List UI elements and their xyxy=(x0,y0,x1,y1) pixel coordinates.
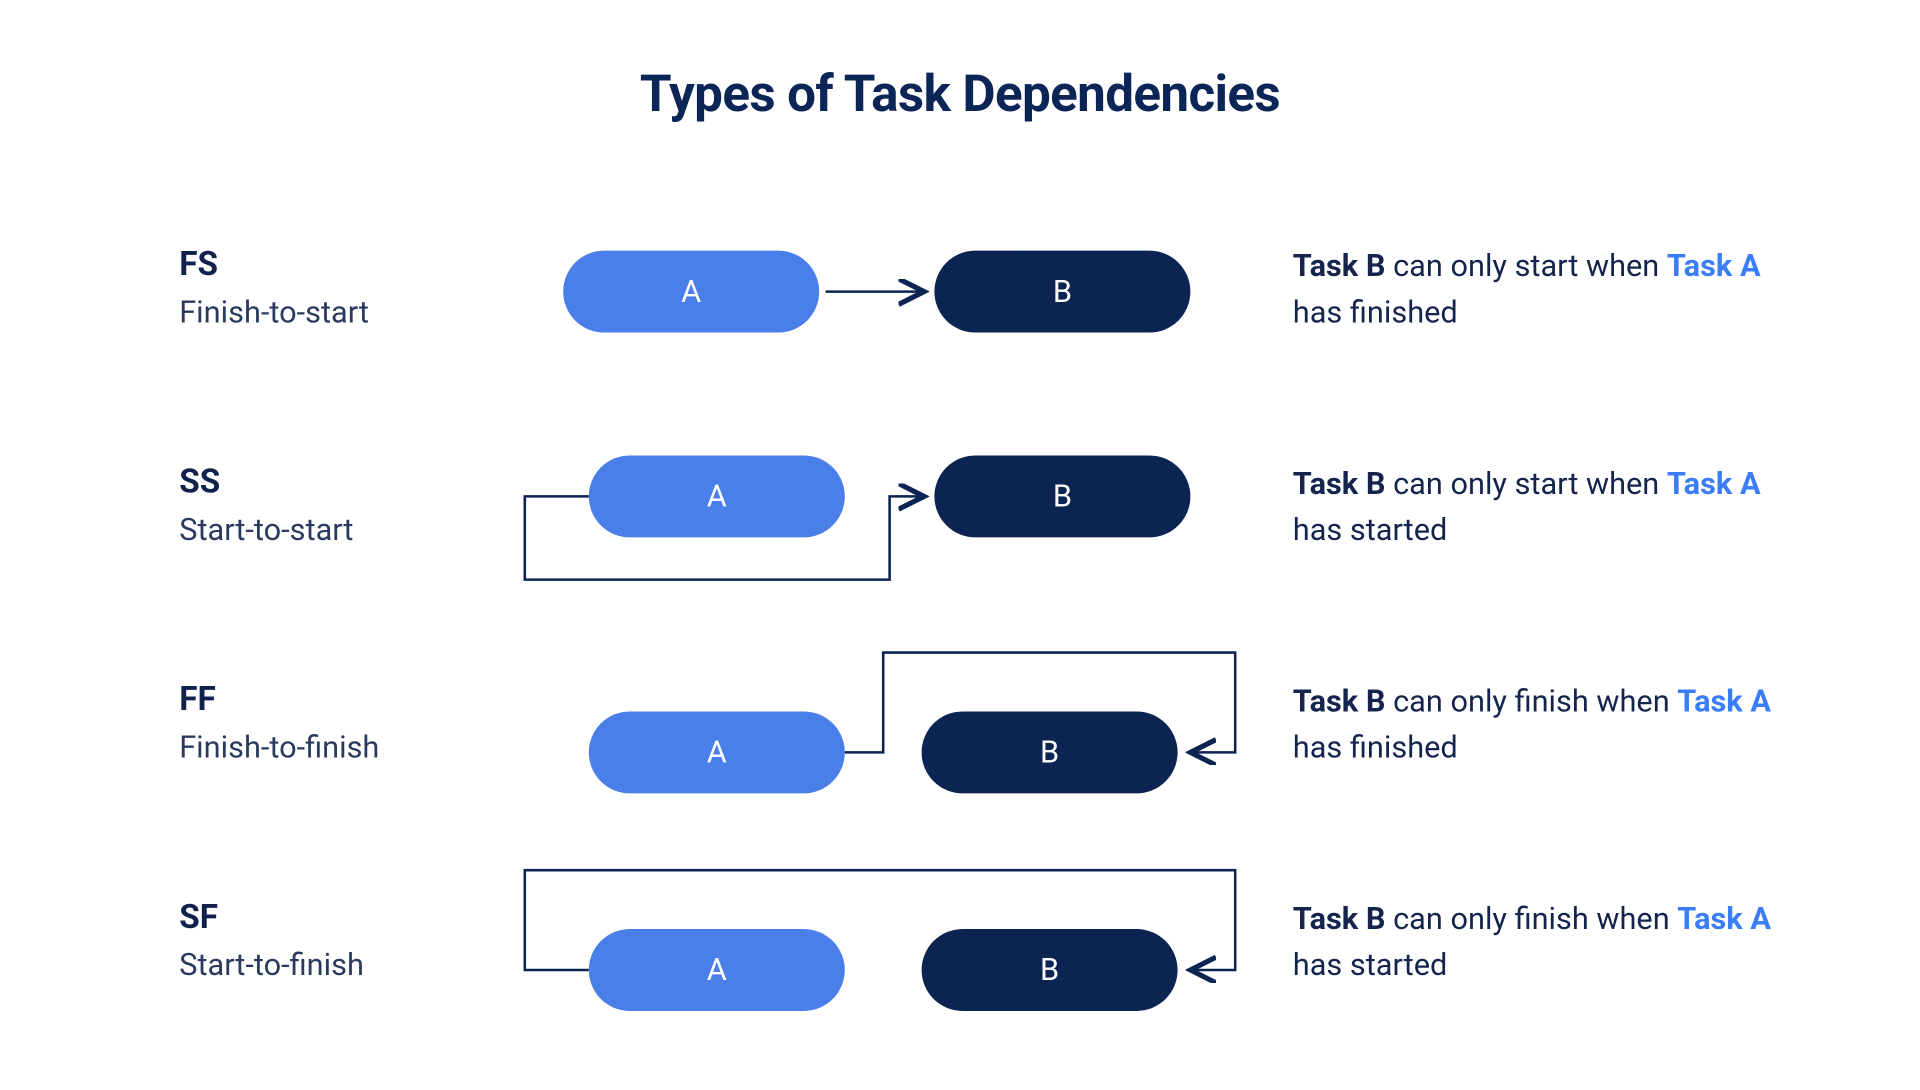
row-sf: SF Start-to-finish A B Task B can only f… xyxy=(38,868,1881,1086)
diagram-cell: A B xyxy=(525,215,1242,433)
diagram-cell: A B xyxy=(525,432,1242,650)
long-name: Start-to-start xyxy=(179,512,537,548)
dependency-rows: FS Finish-to-start A B Task B can only s… xyxy=(38,215,1881,1085)
task-a-ref: Task A xyxy=(1677,901,1771,937)
task-a-pill: A xyxy=(589,711,845,793)
abbr: FS xyxy=(179,246,537,284)
row-label: FF Finish-to-finish xyxy=(179,681,537,765)
description: Task B can only start when Task A has fi… xyxy=(1293,243,1779,335)
task-b-ref: Task B xyxy=(1293,683,1386,719)
abbr: SS xyxy=(179,463,537,501)
task-a-ref: Task A xyxy=(1677,683,1771,719)
description: Task B can only finish when Task A has s… xyxy=(1293,896,1779,988)
task-b-pill: B xyxy=(922,929,1178,1011)
diagram-cell: A B xyxy=(525,868,1242,1086)
row-label: SS Start-to-start xyxy=(179,463,537,547)
abbr: SF xyxy=(179,898,537,936)
task-a-ref: Task A xyxy=(1667,466,1761,502)
abbr: FF xyxy=(179,681,537,719)
diagram-cell: A B xyxy=(525,650,1242,868)
row-label: FS Finish-to-start xyxy=(179,246,537,330)
task-a-pill: A xyxy=(563,251,819,333)
long-name: Finish-to-finish xyxy=(179,729,537,765)
task-b-pill: B xyxy=(922,711,1178,793)
description: Task B can only start when Task A has st… xyxy=(1293,461,1779,553)
diagram-stage: Types of Task Dependencies FS Finish-to-… xyxy=(38,10,1881,1072)
task-a-pill: A xyxy=(589,929,845,1011)
row-ss: SS Start-to-start A B Task B can only st… xyxy=(38,432,1881,650)
row-ff: FF Finish-to-finish A B Task B can only … xyxy=(38,650,1881,868)
task-b-pill: B xyxy=(934,251,1190,333)
task-a-pill: A xyxy=(589,455,845,537)
row-fs: FS Finish-to-start A B Task B can only s… xyxy=(38,215,1881,433)
diagram-title: Types of Task Dependencies xyxy=(38,10,1881,124)
task-a-ref: Task A xyxy=(1667,248,1761,284)
task-b-ref: Task B xyxy=(1293,466,1386,502)
task-b-ref: Task B xyxy=(1293,901,1386,937)
long-name: Start-to-finish xyxy=(179,947,537,983)
task-b-pill: B xyxy=(934,455,1190,537)
description: Task B can only finish when Task A has f… xyxy=(1293,678,1779,770)
long-name: Finish-to-start xyxy=(179,294,537,330)
task-b-ref: Task B xyxy=(1293,248,1386,284)
row-label: SF Start-to-finish xyxy=(179,898,537,982)
